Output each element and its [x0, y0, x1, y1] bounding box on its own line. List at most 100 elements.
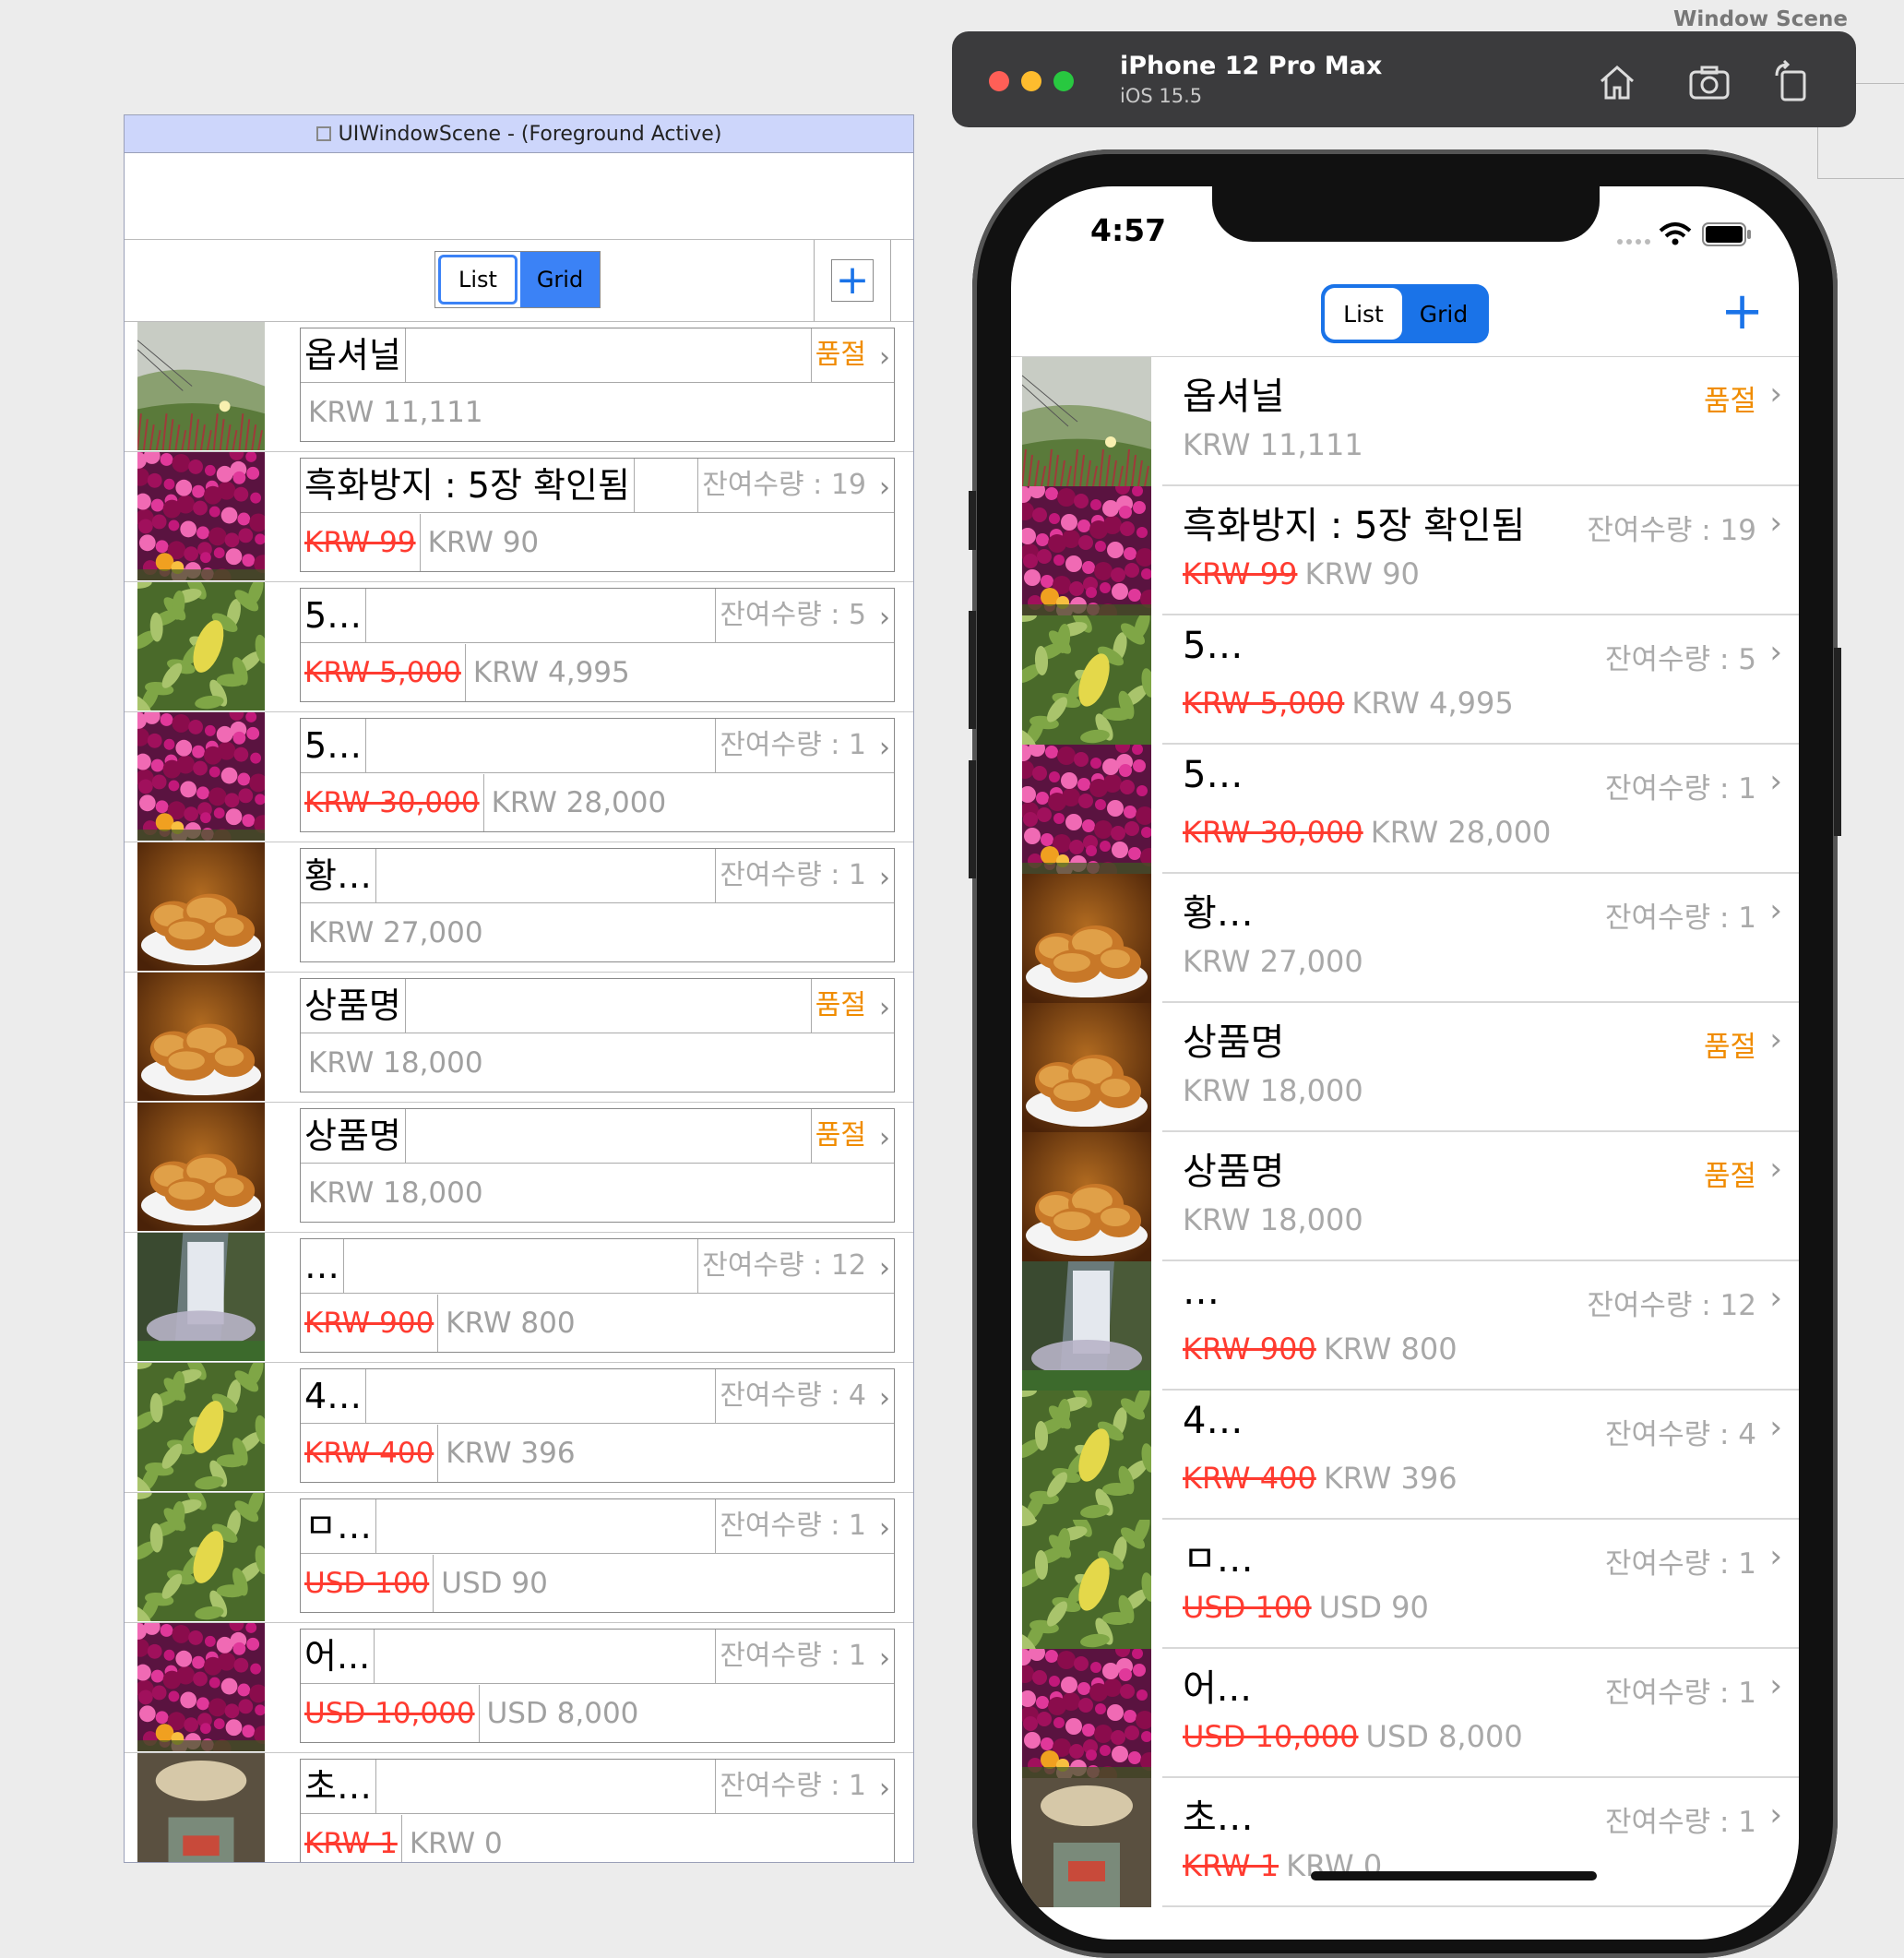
debug-product-thumbnail — [125, 1355, 269, 1499]
sale-price: USD 8,000 — [1365, 1719, 1523, 1754]
debug-product-row: 상품명 품절 › KRW 18,000 — [125, 1103, 913, 1233]
debug-stock-label: 잔여수량 : 5 — [715, 589, 870, 642]
product-row[interactable]: 5… 잔여수량 : 1 › KRW 30,000 KRW 28,000 — [1015, 738, 1799, 880]
product-row[interactable]: … 잔여수량 : 12 › KRW 900 KRW 800 — [1022, 1261, 1799, 1391]
stock-label: 품절 — [1703, 1160, 1756, 1193]
debug-product-price: KRW 18,000 — [301, 1034, 491, 1092]
product-row[interactable]: 옵셔널 품절 › KRW 11,111 — [1021, 357, 1799, 487]
plus-icon: + — [831, 259, 874, 302]
stock-label: 잔여수량 : 1 — [1605, 1547, 1756, 1581]
product-row[interactable]: 어... 잔여수량 : 1 › USD 10,000 USD 8,000 — [1015, 1642, 1799, 1785]
product-price: USD 100 USD 90 — [1183, 1590, 1429, 1625]
stock-label: 잔여수량 : 4 — [1605, 1418, 1756, 1451]
debug-product-thumbnail — [137, 1103, 265, 1231]
debug-product-thumbnail — [125, 574, 269, 719]
chevron-right-icon: › — [1769, 892, 1782, 929]
home-icon[interactable] — [1594, 59, 1640, 105]
chevron-right-icon: › — [879, 732, 890, 764]
debug-stock-label: 잔여수량 : 12 — [697, 1239, 870, 1293]
chevron-right-icon: › — [1769, 1667, 1782, 1704]
sale-price: KRW 11,111 — [1183, 427, 1363, 462]
zoom-window-button[interactable] — [1053, 71, 1074, 91]
product-row[interactable]: 상품명 품절 › KRW 18,000 — [1022, 1132, 1799, 1261]
chevron-right-icon: › — [1769, 1797, 1782, 1833]
debug-product-price: KRW 400 KRW 396 — [301, 1425, 583, 1482]
product-name: 옵셔널 — [1183, 376, 1285, 418]
original-price: USD 100 — [1183, 1590, 1312, 1625]
product-name: ㅁ… — [1183, 1538, 1254, 1581]
product-row[interactable]: 5… 잔여수량 : 5 › KRW 5,000 KRW 4,995 — [1011, 607, 1799, 753]
product-price: KRW 30,000 KRW 28,000 — [1183, 815, 1551, 850]
product-row[interactable]: 흑화방지 : 5장 확인됨 잔여수량 : 19 › KRW 99 KRW 90 — [1015, 480, 1799, 622]
chevron-right-icon: › — [879, 472, 890, 504]
close-window-button[interactable] — [989, 71, 1009, 91]
debug-product-price: KRW 11,111 — [301, 384, 491, 441]
product-row[interactable]: ㅁ… 잔여수량 : 1 › USD 100 USD 90 — [1011, 1511, 1799, 1657]
debug-original-price: KRW 1 — [301, 1815, 402, 1862]
debug-product-name: 상품명 — [301, 1109, 406, 1164]
debug-add-button[interactable]: + — [814, 240, 891, 321]
product-row[interactable]: 황… 잔여수량 : 1 › KRW 27,000 — [1022, 874, 1799, 1003]
debug-product-thumbnail — [137, 322, 265, 451]
debug-product-name: ㅁ… — [301, 1499, 376, 1554]
debug-product-row: 옵셔널 품절 › KRW 11,111 — [125, 322, 913, 452]
debug-product-row: ㅁ… 잔여수량 : 1 › USD 100 USD 90 — [125, 1485, 913, 1630]
product-price: KRW 900 KRW 800 — [1183, 1331, 1458, 1367]
screenshot-icon[interactable] — [1686, 59, 1732, 105]
debug-product-name: 상품명 — [301, 979, 406, 1033]
product-thumbnail — [1015, 1642, 1159, 1785]
debug-product-name: 황… — [301, 849, 376, 903]
stock-label: 잔여수량 : 1 — [1605, 1677, 1756, 1710]
debug-sale-price: KRW 18,000 — [308, 1176, 483, 1210]
debug-nav-bar: List Grid + — [125, 239, 913, 322]
chevron-right-icon: › — [1769, 634, 1782, 671]
debug-product-price: KRW 18,000 — [301, 1164, 491, 1222]
segment-list[interactable]: List — [1325, 288, 1402, 340]
add-product-button[interactable]: + — [1720, 286, 1764, 338]
chevron-right-icon: › — [879, 992, 890, 1024]
os-version: iOS 15.5 — [1120, 85, 1203, 107]
debug-cell-divider — [301, 902, 894, 903]
product-row[interactable]: 4… 잔여수량 : 4 › KRW 400 KRW 396 — [1011, 1382, 1799, 1528]
debug-sale-price: USD 90 — [441, 1567, 548, 1600]
product-row[interactable]: 초… 잔여수량 : 1 › KRW 1 KRW 0 — [1022, 1778, 1799, 1907]
product-list[interactable]: 옵셔널 품절 › KRW 11,111 흑화방지 : 5장 확인됨 잔여수량 : 19 › K… — [1011, 357, 1799, 1907]
debug-product-row: … 잔여수량 : 12 › KRW 900 KRW 800 — [125, 1233, 913, 1363]
cellular-icon — [1617, 239, 1650, 245]
debug-product-thumbnail — [130, 446, 272, 587]
product-price: KRW 18,000 — [1183, 1202, 1363, 1237]
original-price: KRW 5,000 — [1183, 686, 1345, 721]
debug-sale-price: KRW 90 — [427, 526, 540, 559]
stock-label: 잔여수량 : 5 — [1605, 643, 1756, 676]
debug-product-row: 어... 잔여수량 : 1 › USD 10,000 USD 8,000 — [125, 1617, 913, 1758]
product-name: 황… — [1183, 892, 1254, 935]
debug-stock-label: 잔여수량 : 4 — [715, 1369, 870, 1423]
product-price: KRW 400 KRW 396 — [1183, 1461, 1458, 1496]
segment-grid[interactable]: Grid — [1402, 288, 1485, 340]
product-row[interactable]: 상품명 품절 › KRW 18,000 — [1022, 1003, 1799, 1132]
debug-product-name: 5… — [301, 719, 367, 773]
debug-cell-frame: ㅁ… 잔여수량 : 1 › USD 100 USD 90 — [300, 1498, 895, 1613]
debug-cell-divider — [301, 512, 894, 513]
product-name: 5… — [1183, 625, 1244, 667]
volume-up-button — [969, 611, 976, 729]
debug-segmented-control[interactable]: List Grid — [434, 251, 601, 308]
debug-seg-list[interactable]: List — [438, 255, 518, 304]
debug-cell-divider — [301, 1293, 894, 1294]
battery-icon — [1702, 222, 1751, 246]
debug-sale-price: KRW 4,995 — [472, 656, 630, 689]
debug-original-price: KRW 99 — [301, 514, 421, 571]
sale-price: KRW 396 — [1323, 1461, 1458, 1496]
minimize-window-button[interactable] — [1021, 71, 1041, 91]
debug-stock-label: 품절 — [810, 1109, 870, 1163]
debug-stock-label: 잔여수량 : 1 — [715, 1499, 870, 1553]
debug-product-row: 흑화방지 : 5장 확인됨 잔여수량 : 19 › KRW 99 KRW 90 — [125, 446, 913, 587]
stock-label: 잔여수량 : 1 — [1605, 1806, 1756, 1839]
view-mode-segmented-control[interactable]: List Grid — [1321, 284, 1489, 343]
product-thumbnail — [1011, 1511, 1156, 1657]
chevron-right-icon: › — [879, 1382, 890, 1415]
rotate-icon[interactable] — [1769, 59, 1815, 105]
chevron-right-icon: › — [879, 862, 890, 894]
debug-seg-grid[interactable]: Grid — [520, 252, 600, 307]
product-name: 상품명 — [1183, 1151, 1285, 1193]
